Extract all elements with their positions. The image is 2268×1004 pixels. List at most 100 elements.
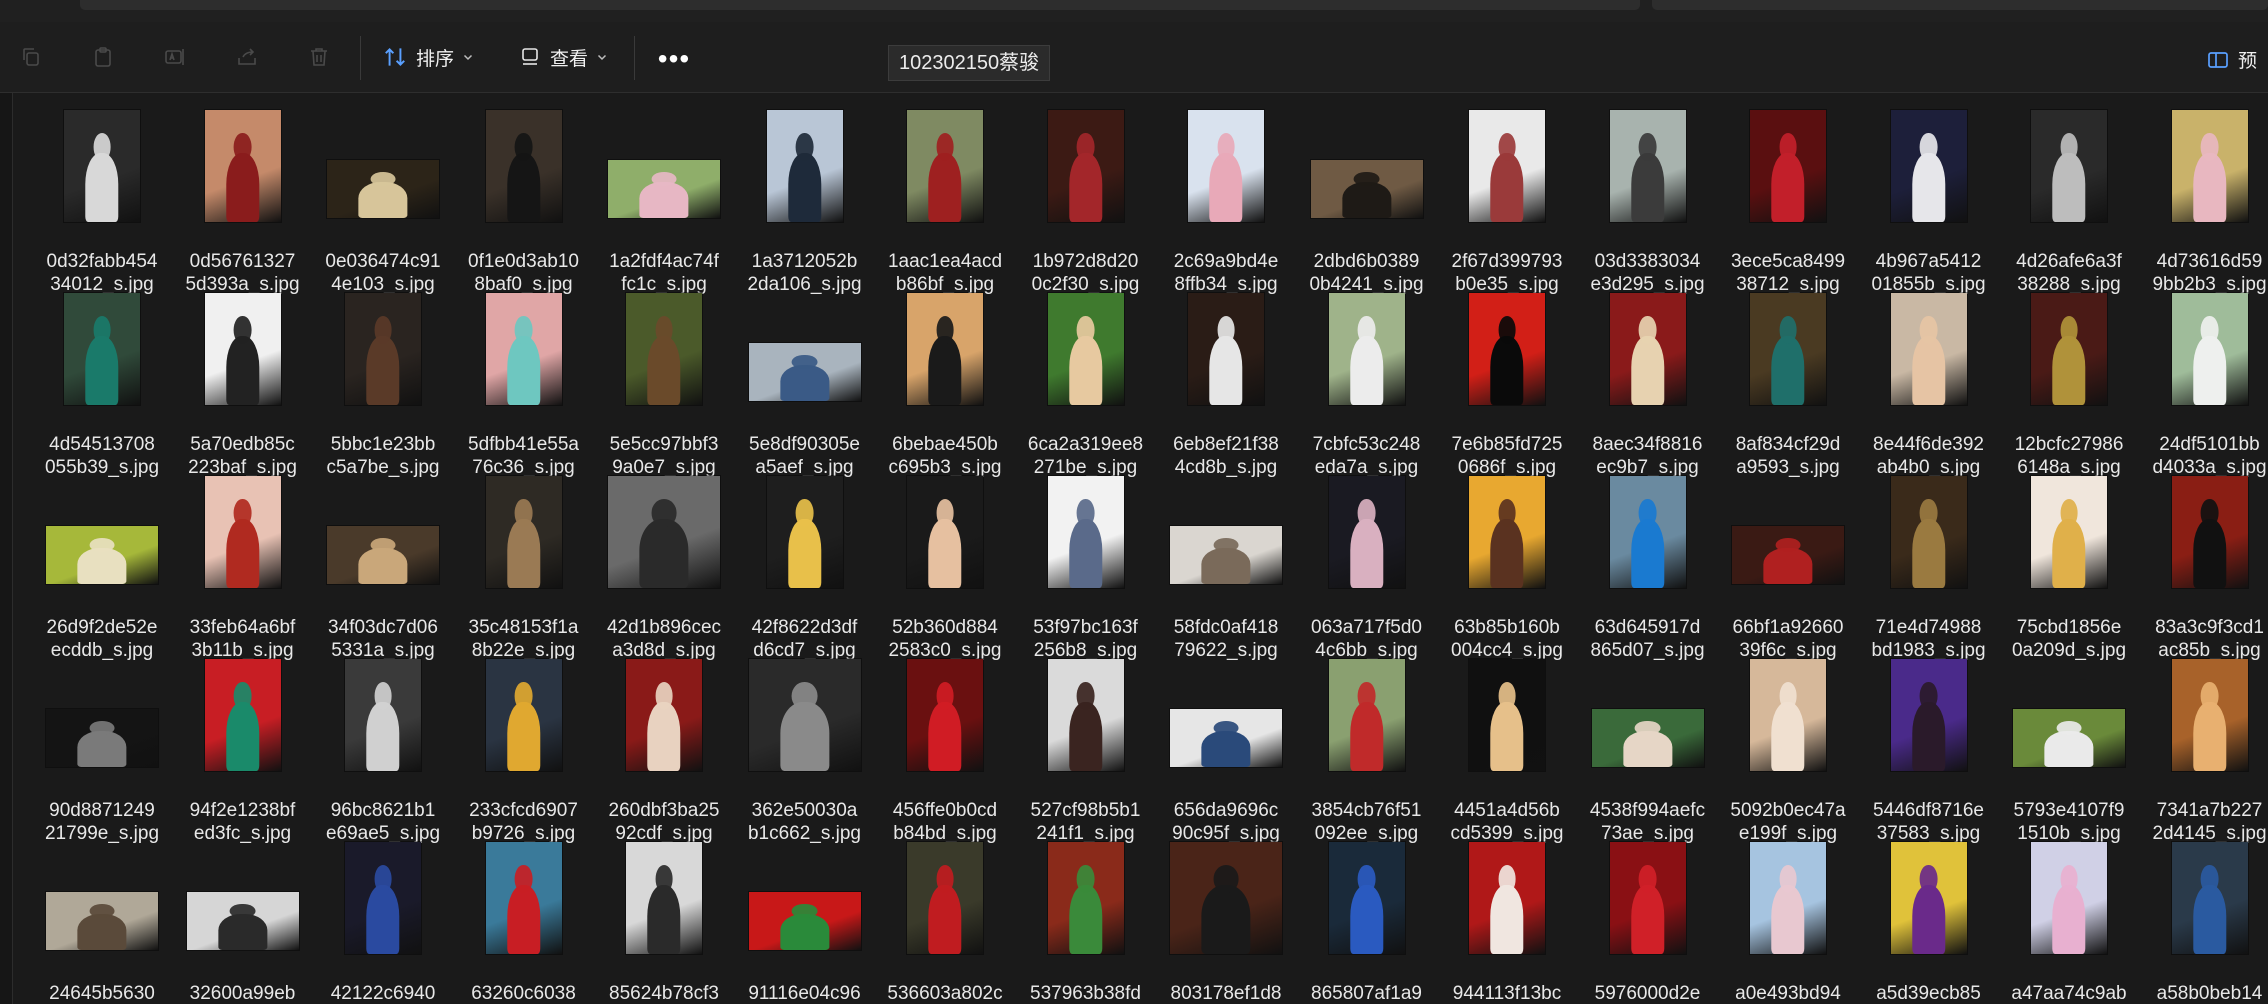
view-button[interactable]: 查看 — [518, 40, 608, 74]
file-tile[interactable]: 24645b5630273932_s.jpg — [32, 842, 172, 1004]
file-tile[interactable]: 1b972d8d20 0c2f30_s.jpg — [1016, 110, 1156, 295]
file-tile[interactable]: 362e50030a b1c662_s.jpg — [735, 659, 875, 844]
file-tile[interactable]: 42d1b896cec a3d8d_s.jpg — [594, 476, 734, 661]
file-tile[interactable]: 7cbfc53c248 eda7a_s.jpg — [1297, 293, 1437, 478]
file-tile[interactable]: 85624b78cf31204e_s.jpg — [594, 842, 734, 1004]
file-tile[interactable]: 260dbf3ba25 92cdf_s.jpg — [594, 659, 734, 844]
file-tile[interactable]: 4d54513708 055b39_s.jpg — [32, 293, 172, 478]
file-tile[interactable]: 58fdc0af418 79622_s.jpg — [1156, 476, 1296, 661]
file-tile[interactable]: 4d26afe6a3f 38288_s.jpg — [1999, 110, 2139, 295]
file-tile[interactable]: 3854cb76f51 092ee_s.jpg — [1297, 659, 1437, 844]
file-tile[interactable]: 26d9f2de52e ecddb_s.jpg — [32, 476, 172, 661]
file-tile[interactable]: 8aec34f8816 ec9b7_s.jpg — [1578, 293, 1718, 478]
file-thumbnail — [327, 526, 439, 584]
file-tile[interactable]: 1a3712052b 2da106_s.jpg — [735, 110, 875, 295]
file-tile[interactable]: 34f03dc7d06 5331a_s.jpg — [313, 476, 453, 661]
file-tile[interactable]: 75cbd1856e 0a209d_s.jpg — [1999, 476, 2139, 661]
file-tile[interactable]: 5446df8716e 37583_s.jpg — [1859, 659, 1999, 844]
file-tile[interactable]: 0d56761327 5d393a_s.jpg — [173, 110, 313, 295]
file-tile[interactable]: 52b360d884 2583c0_s.jpg — [875, 476, 1015, 661]
file-tile[interactable]: 2f67d399793 b0e35_s.jpg — [1437, 110, 1577, 295]
file-tile[interactable]: a58b0beb14db754a_s.jpg — [2140, 842, 2268, 1004]
share-icon[interactable] — [232, 42, 262, 72]
file-tile[interactable]: 5e5cc97bbf3 9a0e7_s.jpg — [594, 293, 734, 478]
file-tile[interactable]: 7341a7b227 2d4145_s.jpg — [2140, 659, 2268, 844]
file-tile[interactable]: 03d3383034 e3d295_s.jpg — [1578, 110, 1718, 295]
file-name-label: 24645b5630273932_s.jpg — [32, 982, 172, 1004]
file-tile[interactable]: 0e036474c91 4e103_s.jpg — [313, 110, 453, 295]
file-tile[interactable]: 63d645917d 865d07_s.jpg — [1578, 476, 1718, 661]
file-tile[interactable]: 233cfcd6907 b9726_s.jpg — [454, 659, 594, 844]
file-tile[interactable]: 3ece5ca8499 38712_s.jpg — [1718, 110, 1858, 295]
file-tile[interactable]: 063a717f5d0 4c6bb_s.jpg — [1297, 476, 1437, 661]
file-tile[interactable]: 96bc8621b1 e69ae5_s.jpg — [313, 659, 453, 844]
file-tile[interactable]: 12bcfc27986 6148a_s.jpg — [1999, 293, 2139, 478]
more-options-button[interactable]: ••• — [656, 43, 692, 74]
file-tile[interactable]: 6eb8ef21f38 4cd8b_s.jpg — [1156, 293, 1296, 478]
file-tile[interactable]: 7e6b85fd725 0686f_s.jpg — [1437, 293, 1577, 478]
thumbnail-subject — [1490, 884, 1524, 954]
file-tile[interactable]: 1a2fdf4ac74f fc1c_s.jpg — [594, 110, 734, 295]
file-tile[interactable]: 35c48153f1a 8b22e_s.jpg — [454, 476, 594, 661]
file-tile[interactable]: 4451a4d56b cd5399_s.jpg — [1437, 659, 1577, 844]
file-tile[interactable]: 5976000d2ec74b41_s.jpg — [1578, 842, 1718, 1004]
file-tile[interactable]: 0d32fabb454 34012_s.jpg — [32, 110, 172, 295]
file-tile[interactable]: 90d8871249 21799e_s.jpg — [32, 659, 172, 844]
file-tile[interactable]: 803178ef1d8a3ab2_s.jpg — [1156, 842, 1296, 1004]
file-tile[interactable]: 5bbc1e23bb c5a7be_s.jpg — [313, 293, 453, 478]
file-tile[interactable]: 42f8622d3df d6cd7_s.jpg — [735, 476, 875, 661]
file-name-line1: 8e44f6de392 — [1873, 434, 1984, 455]
file-tile[interactable]: 5dfbb41e55a 76c36_s.jpg — [454, 293, 594, 478]
file-tile[interactable]: 5092b0ec47a e199f_s.jpg — [1718, 659, 1858, 844]
file-tile[interactable]: 536603a802cf0692_s.jpg — [875, 842, 1015, 1004]
file-tile[interactable]: 91116e04c96ef368_s.jpg — [735, 842, 875, 1004]
file-tile[interactable]: 53f97bc163f 256b8_s.jpg — [1016, 476, 1156, 661]
file-tile[interactable]: 24df5101bb d4033a_s.jpg — [2140, 293, 2268, 478]
search-bar-edge[interactable] — [1652, 0, 2268, 10]
file-tile[interactable]: 94f2e1238bf ed3fc_s.jpg — [173, 659, 313, 844]
file-tile[interactable]: 6ca2a319ee8 271be_s.jpg — [1016, 293, 1156, 478]
file-tile[interactable]: 537963b38fd73cb7_s.jpg — [1016, 842, 1156, 1004]
file-tile[interactable]: 8af834cf29d a9593_s.jpg — [1718, 293, 1858, 478]
thumbnail-subject — [2052, 152, 2086, 222]
copy-icon[interactable] — [16, 42, 46, 72]
file-name-label: 6eb8ef21f38 4cd8b_s.jpg — [1156, 433, 1296, 479]
file-name-label: 26d9f2de52e ecddb_s.jpg — [32, 616, 172, 662]
paste-icon[interactable] — [88, 42, 118, 72]
file-tile[interactable]: 4d73616d59 9bb2b3_s.jpg — [2140, 110, 2268, 295]
file-tile[interactable]: 2dbd6b0389 0b4241_s.jpg — [1297, 110, 1437, 295]
file-tile[interactable]: 5793e4107f9 1510b_s.jpg — [1999, 659, 2139, 844]
rename-icon[interactable] — [160, 42, 190, 72]
file-tile[interactable]: 42122c69407c101e_s.jpg — [313, 842, 453, 1004]
file-tile[interactable]: 83a3c9f3cd1 ac85b_s.jpg — [2140, 476, 2268, 661]
file-thumbnail — [1750, 842, 1826, 954]
file-tile[interactable]: 71e4d74988 bd1983_s.jpg — [1859, 476, 1999, 661]
file-thumbnail — [1188, 293, 1264, 405]
file-tile[interactable]: 63260c60384d7c9c_s.jpg — [454, 842, 594, 1004]
file-tile[interactable]: 944113f13bc0408e_s.jpg — [1437, 842, 1577, 1004]
file-tile[interactable]: 527cf98b5b1 241f1_s.jpg — [1016, 659, 1156, 844]
file-tile[interactable]: 66bf1a92660 39f6c_s.jpg — [1718, 476, 1858, 661]
file-tile[interactable]: 8e44f6de392 ab4b0_s.jpg — [1859, 293, 1999, 478]
file-tile[interactable]: a47aa74c9ab79365_s.jpg — [1999, 842, 2139, 1004]
file-tile[interactable]: 456ffe0b0cd b84bd_s.jpg — [875, 659, 1015, 844]
file-tile[interactable]: 5a70edb85c 223baf_s.jpg — [173, 293, 313, 478]
address-bar-edge[interactable] — [80, 0, 1640, 10]
file-tile[interactable]: 656da9696c 90c95f_s.jpg — [1156, 659, 1296, 844]
file-tile[interactable]: 2c69a9bd4e 8ffb34_s.jpg — [1156, 110, 1296, 295]
delete-icon[interactable] — [304, 42, 334, 72]
file-tile[interactable]: 865807af1a95b450_s.jpg — [1297, 842, 1437, 1004]
file-tile[interactable]: 32600a99eb20c5a5_s.jpg — [173, 842, 313, 1004]
file-tile[interactable]: 5e8df90305e a5aef_s.jpg — [735, 293, 875, 478]
file-tile[interactable]: 1aac1ea4acd b86bf_s.jpg — [875, 110, 1015, 295]
preview-pane-button[interactable]: 预 — [2206, 46, 2257, 73]
file-tile[interactable]: 4b967a5412 01855b_s.jpg — [1859, 110, 1999, 295]
file-tile[interactable]: 0f1e0d3ab10 8baf0_s.jpg — [454, 110, 594, 295]
file-tile[interactable]: 6bebae450b c695b3_s.jpg — [875, 293, 1015, 478]
file-tile[interactable]: 63b85b160b 004cc4_s.jpg — [1437, 476, 1577, 661]
file-tile[interactable]: a5d39ecb850a406b_s.jpg — [1859, 842, 1999, 1004]
sort-button[interactable]: 排序 — [382, 40, 474, 74]
file-tile[interactable]: 33feb64a6bf 3b11b_s.jpg — [173, 476, 313, 661]
file-tile[interactable]: 4538f994aefc 73ae_s.jpg — [1578, 659, 1718, 844]
file-tile[interactable]: a0e493bd94cb0b27_s.jpg — [1718, 842, 1858, 1004]
